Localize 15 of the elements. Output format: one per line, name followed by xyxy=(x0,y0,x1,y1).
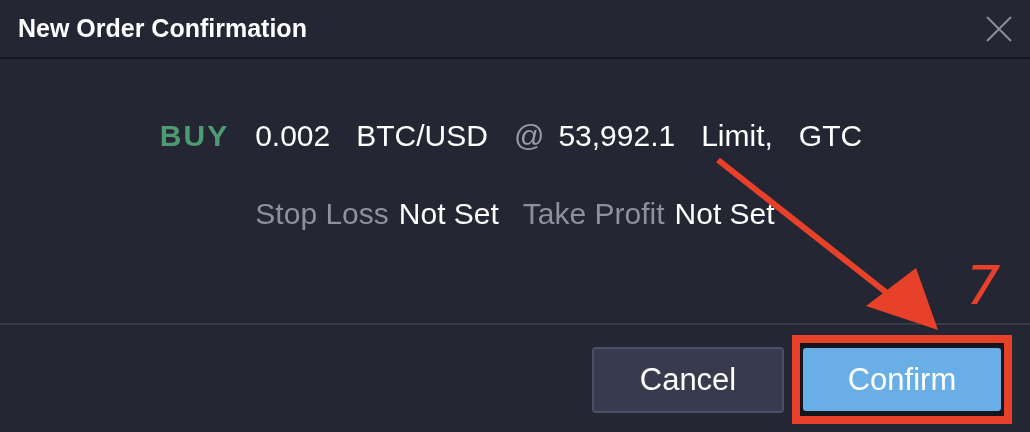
cancel-button[interactable]: Cancel xyxy=(592,346,784,413)
dialog-title: New Order Confirmation xyxy=(18,14,307,43)
protection-label: Take Profit xyxy=(522,197,665,231)
protection-label: Stop Loss xyxy=(255,197,389,231)
order-side: BUY xyxy=(159,119,230,153)
close-icon[interactable] xyxy=(986,15,1012,42)
order-quantity: 0.002 xyxy=(255,119,331,153)
annotation-number: 7 xyxy=(966,254,1001,317)
order-pair: BTC/USD xyxy=(356,119,488,153)
order-type: Limit, xyxy=(701,119,773,153)
at-sign: @ xyxy=(513,119,545,153)
protection-value: Not Set xyxy=(674,197,775,231)
order-price: 53,992.1 xyxy=(558,119,676,153)
time-in-force: GTC xyxy=(798,119,863,153)
protection-value: Not Set xyxy=(398,197,499,231)
